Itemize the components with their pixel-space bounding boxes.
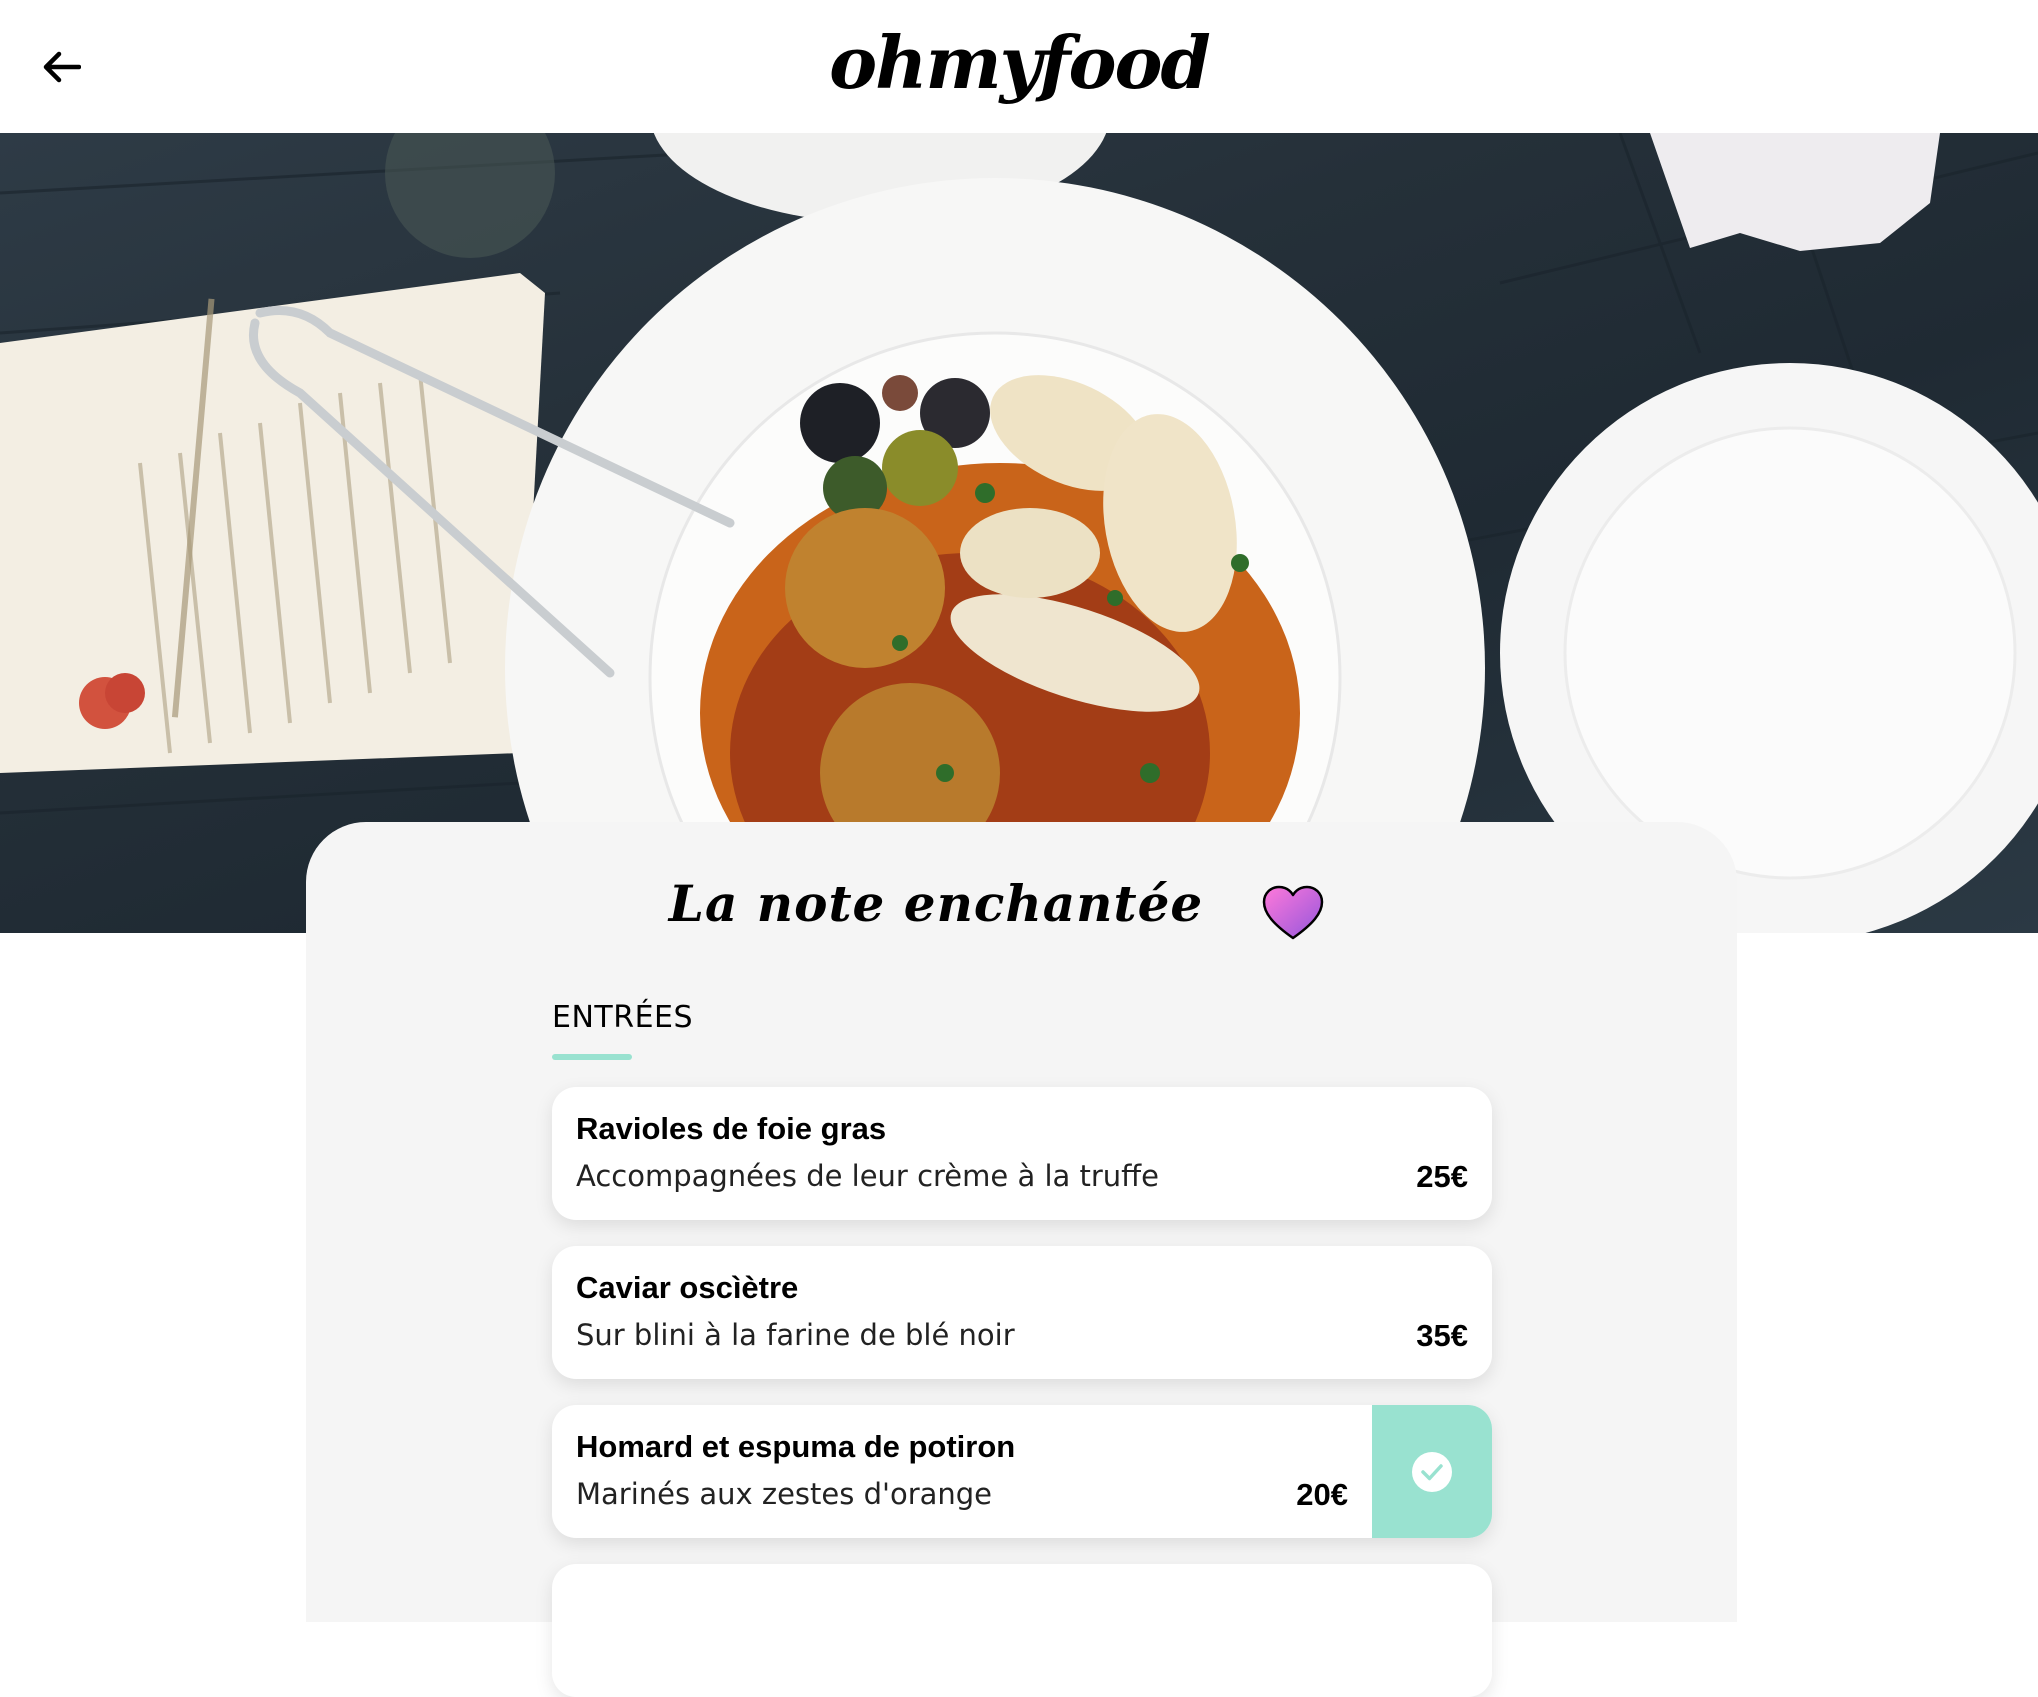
- restaurant-hero-image: [0, 133, 2038, 933]
- restaurant-menu-card: La note enchantée ENTRÉES Ravioles de fo…: [306, 822, 1737, 1697]
- dish-card-selected[interactable]: Homard et espuma de potiron Marinés aux …: [552, 1405, 1492, 1538]
- app-logo[interactable]: ohmyfood: [0, 18, 2038, 108]
- dish-card[interactable]: Ravioles de foie gras Accompagnées de le…: [552, 1087, 1492, 1220]
- dish-card[interactable]: [552, 1564, 1492, 1697]
- dish-price: 25€: [1416, 1159, 1468, 1194]
- app-header: ohmyfood: [0, 0, 2038, 133]
- dish-description: Marinés aux zestes d'orange: [576, 1477, 993, 1511]
- dish-name: Homard et espuma de potiron: [576, 1429, 1016, 1464]
- section-underline: [552, 1054, 632, 1060]
- dish-description: Sur blini à la farine de blé noir: [576, 1318, 1015, 1352]
- dish-description: Accompagnées de leur crème à la truffe: [576, 1159, 1159, 1193]
- dish-name: Ravioles de foie gras: [576, 1111, 887, 1146]
- dish-price: 20€: [1296, 1477, 1348, 1512]
- dish-name: Caviar oscìètre: [576, 1270, 799, 1305]
- dish-price: 35€: [1416, 1318, 1468, 1353]
- section-title-starters: ENTRÉES: [552, 1000, 694, 1035]
- check-circle-icon: [1412, 1451, 1452, 1492]
- dish-selected-indicator[interactable]: [1372, 1405, 1492, 1538]
- dish-card[interactable]: Caviar oscìètre Sur blini à la farine de…: [552, 1246, 1492, 1379]
- restaurant-name: La note enchantée: [668, 874, 1204, 933]
- favorite-button[interactable]: [1261, 884, 1325, 942]
- heart-icon: [1262, 885, 1324, 940]
